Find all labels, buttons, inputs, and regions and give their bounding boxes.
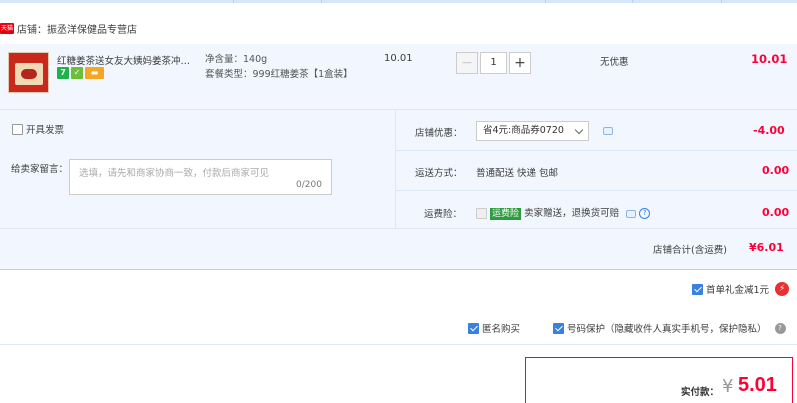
payment-amount: 5.01: [738, 374, 777, 396]
quantity-stepper: − 1 +: [456, 52, 531, 74]
spec-package: 套餐类型：999红糖姜茶【1盒装】: [205, 68, 353, 80]
help-icon[interactable]: ?: [639, 208, 651, 219]
order-block-bottom-border: [0, 269, 797, 270]
promo-text: 无优惠: [600, 57, 629, 68]
top-border: [0, 0, 797, 3]
quantity-input[interactable]: 1: [480, 52, 507, 74]
coupon-selected-value: 省4元:商品券0720: [483, 125, 564, 136]
anonymous-option[interactable]: 匿名购买: [468, 321, 520, 335]
shop-total-label: 店铺合计(含运费): [653, 245, 727, 256]
quantity-increase-button[interactable]: +: [509, 52, 531, 74]
product-title-link[interactable]: 红糖姜茶送女友大姨妈姜茶冲泡...: [57, 53, 199, 67]
invoice-label: 开具发票: [26, 125, 65, 136]
first-order-checkbox[interactable]: [692, 283, 703, 295]
insurance-label: 运费险：: [424, 209, 463, 220]
shop-discount-amount: -4.00: [753, 124, 785, 137]
invoice-option[interactable]: 开具发票: [12, 122, 64, 136]
phone-protect-checkbox[interactable]: [553, 322, 564, 334]
insurance-amount: 0.00: [762, 206, 790, 219]
chevron-down-icon: [574, 125, 584, 135]
seven-day-return-icon[interactable]: 7: [57, 67, 69, 79]
shop-total-amount: ¥6.01: [749, 241, 784, 254]
quantity-decrease-button[interactable]: −: [456, 52, 478, 74]
currency-symbol: ¥: [722, 376, 734, 397]
message-label: 给卖家留言：: [11, 164, 69, 175]
phone-protect-option[interactable]: 号码保护（隐藏收件人真实手机号，保护隐私）?: [553, 321, 786, 335]
shop-name-link[interactable]: 店铺：振丞洋保健品专营店: [17, 21, 137, 36]
help-icon[interactable]: ?: [774, 322, 786, 334]
guarantee-icon[interactable]: ✓: [71, 67, 83, 79]
insurance-checkbox: [476, 208, 487, 219]
product-subtotal: 10.01: [751, 52, 788, 66]
product-specs: 净含量：140g 套餐类型：999红糖姜茶【1盒装】: [205, 53, 365, 82]
insurance-text: 卖家赠送，退换货可赔: [524, 208, 620, 219]
payment-label: 实付款：: [681, 387, 720, 398]
anonymous-label: 匿名购买: [482, 324, 521, 335]
anonymous-checkbox[interactable]: [468, 322, 479, 334]
section-divider: [396, 150, 797, 151]
shipping-label: 运送方式：: [415, 168, 463, 179]
section-divider: [396, 190, 797, 191]
divider: [0, 344, 797, 345]
shipping-amount: 0.00: [762, 164, 790, 177]
invoice-checkbox[interactable]: [12, 123, 23, 135]
insurance-tag: 运费险: [490, 208, 522, 220]
insurance-option: 运费险 卖家赠送，退换货可赔 ?: [476, 205, 651, 220]
first-order-label: 首单礼金减1元: [706, 285, 770, 296]
coupon-select[interactable]: 省4元:商品券0720: [476, 121, 589, 141]
chat-bubble-icon[interactable]: [603, 127, 613, 135]
credit-card-icon[interactable]: ▬: [85, 67, 104, 79]
spec-weight: 净含量：140g: [205, 54, 268, 65]
unit-price: 10.01: [384, 53, 413, 64]
first-order-option[interactable]: 首单礼金减1元 ⚡: [692, 282, 790, 296]
lightning-icon: ⚡: [775, 282, 790, 296]
message-char-counter: 0/200: [296, 180, 322, 190]
shipping-method: 普通配送 快递 包邮: [476, 168, 559, 179]
product-service-icons: 7 ✓ ▬: [57, 67, 106, 79]
shop-discount-label: 店铺优惠：: [415, 128, 463, 139]
product-thumbnail[interactable]: [8, 52, 49, 93]
column-divider: [395, 110, 396, 228]
message-placeholder: 选填，请先和商家协商一致，付款后商家可见: [79, 168, 270, 179]
chat-bubble-icon[interactable]: [626, 209, 637, 218]
phone-protect-label: 号码保护（隐藏收件人真实手机号，保护隐私）: [567, 324, 767, 335]
tmall-badge-icon: 天猫: [0, 23, 14, 34]
